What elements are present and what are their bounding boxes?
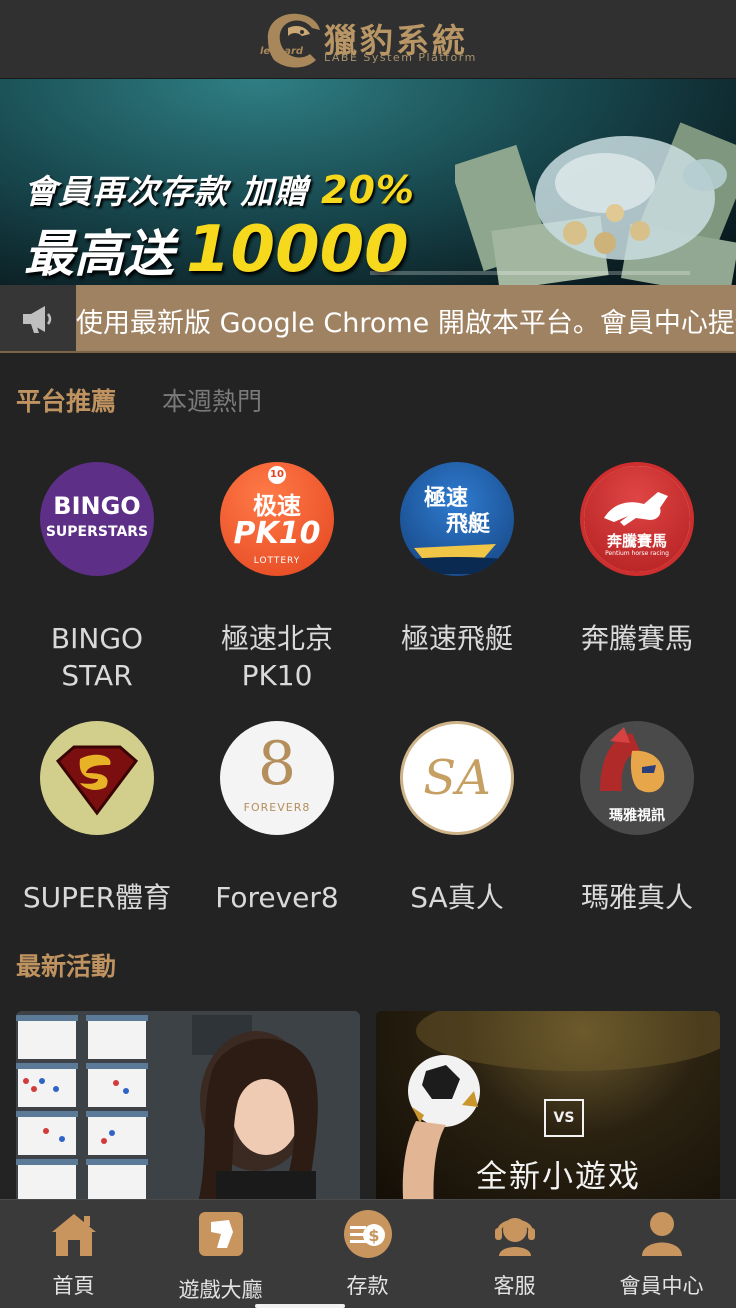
nav-game-lobby[interactable]: 遊戲大廳 bbox=[147, 1200, 294, 1308]
announcement-icon-box bbox=[0, 285, 76, 351]
speed-boat-icon: 極速 飛艇 bbox=[400, 462, 514, 576]
app-header: leopard 獵豹系統 LABE System Platform bbox=[0, 0, 736, 79]
game-item-bingo-star[interactable]: BINGO SUPERSTARS BINGO STAR bbox=[7, 462, 187, 694]
game-label: Forever8 bbox=[215, 881, 339, 914]
maya-icon-text: 瑪雅視訊 bbox=[609, 808, 665, 824]
nav-home-label: 首頁 bbox=[52, 1274, 95, 1298]
game-item-super-sports[interactable]: SUPER體育 bbox=[7, 721, 187, 916]
sa-gaming-icon: SA bbox=[400, 721, 514, 835]
horse-racing-icon-text: 奔騰賽馬 bbox=[606, 532, 667, 550]
tab-platform-recommend[interactable]: 平台推薦 bbox=[16, 382, 116, 418]
banner-subheadline: 最高送 10000 bbox=[24, 213, 409, 285]
game-label: SA真人 bbox=[410, 881, 504, 914]
bottom-navigation: 首頁 遊戲大廳 $ 存款 客服 會員中心 bbox=[0, 1199, 736, 1308]
boat-shape bbox=[400, 544, 514, 574]
promo-banner[interactable]: 會員再次存款 加贈 20% 最高送 10000 bbox=[0, 79, 736, 285]
nav-member-center[interactable]: 會員中心 bbox=[588, 1200, 735, 1308]
game-label: 極速飛艇 bbox=[400, 622, 513, 655]
game-item-sa-live[interactable]: SA SA真人 bbox=[367, 721, 547, 916]
banner-indicator bbox=[370, 271, 690, 275]
game-label: SUPER體育 bbox=[22, 881, 172, 914]
bingo-superstars-icon: BINGO SUPERSTARS bbox=[40, 462, 154, 576]
super-shield-shape bbox=[55, 745, 139, 816]
deposit-icon: $ bbox=[344, 1210, 392, 1258]
bingo-icon-text: BINGO bbox=[53, 492, 141, 520]
mini-game-promo-card[interactable]: VS 全新小遊戏 bbox=[376, 1011, 720, 1211]
piggy-bank-money-image bbox=[455, 122, 736, 285]
game-item-maya-live[interactable]: 瑪雅視訊 瑪雅真人 bbox=[547, 721, 727, 916]
pk10-icon-text-3: LOTTERY bbox=[253, 556, 301, 566]
pk10-lottery-icon: 10 极速 PK10 LOTTERY bbox=[220, 462, 334, 576]
game-item-horse-racing[interactable]: 奔騰賽馬 Pentium horse racing 奔騰賽馬 bbox=[547, 462, 727, 657]
pk10-icon-text-2: PK10 bbox=[233, 516, 321, 551]
game-label: 奔騰賽馬 bbox=[580, 622, 693, 655]
latest-activities-title: 最新活動 bbox=[16, 952, 117, 981]
horse-racing-icon-subtext: Pentium horse racing bbox=[605, 550, 669, 557]
horse-racing-icon: 奔騰賽馬 Pentium horse racing bbox=[580, 462, 694, 576]
logo[interactable]: leopard 獵豹系統 LABE System Platform bbox=[258, 6, 488, 74]
pk10-badge-text: 10 bbox=[268, 466, 286, 484]
banner-line1-text: 會員再次存款 加贈 bbox=[24, 172, 309, 211]
banner-line1-highlight: 20% bbox=[321, 168, 415, 212]
member-icon bbox=[642, 1212, 682, 1256]
nav-deposit[interactable]: $ 存款 bbox=[294, 1200, 441, 1308]
forever8-icon-text: FOREVER8 bbox=[243, 801, 311, 814]
forever8-icon: 8 FOREVER8 bbox=[220, 721, 334, 835]
customer-service-icon bbox=[495, 1218, 535, 1256]
vs-badge: VS bbox=[544, 1099, 584, 1137]
sa-icon-text: SA bbox=[423, 750, 491, 806]
nav-deposit-label: 存款 bbox=[346, 1274, 389, 1298]
game-label: 極速北京 PK10 bbox=[220, 622, 333, 692]
nav-customer-service-label: 客服 bbox=[493, 1274, 536, 1298]
logo-subtitle: LABE System Platform bbox=[324, 51, 477, 64]
logo-badge-text: leopard bbox=[260, 46, 304, 57]
svg-text:$: $ bbox=[368, 1226, 379, 1245]
home-indicator bbox=[255, 1304, 345, 1308]
nav-game-lobby-label: 遊戲大廳 bbox=[178, 1278, 263, 1302]
tab-weekly-hot[interactable]: 本週熱門 bbox=[162, 382, 262, 418]
mini-game-promo-text: 全新小遊戏 bbox=[476, 1159, 641, 1195]
superstars-icon-text: SUPERSTARS bbox=[45, 524, 149, 540]
nav-member-center-label: 會員中心 bbox=[619, 1274, 704, 1298]
game-label: BINGO STAR bbox=[50, 622, 144, 692]
announcement-marquee[interactable]: 使用最新版 Google Chrome 開啟本平台。會員中心提供 bbox=[0, 285, 736, 353]
maya-chief-shape bbox=[600, 727, 665, 793]
horse-shape bbox=[604, 492, 668, 526]
home-icon bbox=[52, 1214, 96, 1256]
maya-video-icon: 瑪雅視訊 bbox=[580, 721, 694, 835]
game-lobby-icon bbox=[199, 1212, 243, 1256]
announcement-text: 使用最新版 Google Chrome 開啟本平台。會員中心提供 bbox=[76, 308, 736, 339]
banner-headline: 會員再次存款 加贈 20% bbox=[24, 165, 415, 213]
nav-customer-service[interactable]: 客服 bbox=[441, 1200, 588, 1308]
forever8-monogram: 8 bbox=[257, 729, 297, 799]
baccarat-promo-card[interactable] bbox=[16, 1011, 360, 1211]
superman-icon bbox=[40, 721, 154, 835]
nav-home[interactable]: 首頁 bbox=[0, 1200, 147, 1308]
game-item-forever8[interactable]: 8 FOREVER8 Forever8 bbox=[187, 721, 367, 916]
game-item-pk10[interactable]: 10 极速 PK10 LOTTERY 極速北京 PK10 bbox=[187, 462, 367, 694]
banner-line2-text: 最高送 bbox=[24, 225, 174, 283]
megaphone-icon bbox=[23, 306, 52, 333]
game-item-speed-boat[interactable]: 極速 飛艇 極速飛艇 bbox=[367, 462, 547, 657]
leopard-logo-icon bbox=[267, 13, 320, 68]
game-label: 瑪雅真人 bbox=[580, 881, 693, 914]
baccarat-scoreboard-image bbox=[16, 1011, 360, 1211]
